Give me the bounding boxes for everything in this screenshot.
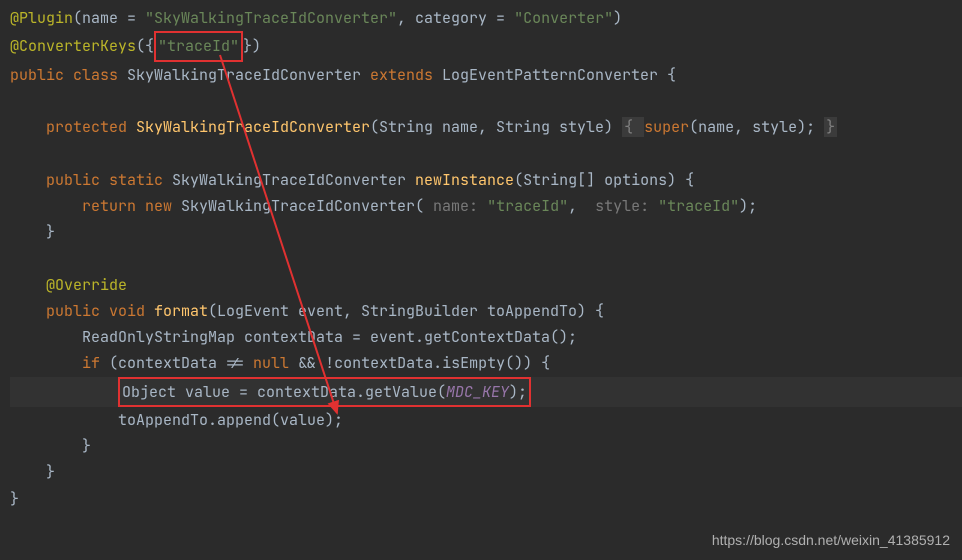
code-line-9: } [10, 219, 962, 245]
code-line-5: protected SkyWalkingTraceIdConverter(Str… [10, 114, 962, 140]
code-line-3: public class SkyWalkingTraceIdConverter … [10, 62, 962, 88]
param-hint: style: [595, 196, 658, 216]
annotation-converterkeys: @ConverterKeys [10, 36, 136, 56]
code-line-14: if (contextData != null && !contextData.… [10, 350, 962, 376]
code-line-blank [10, 140, 962, 166]
highlight-box-getvalue: Object value = contextData.getValue(MDC_… [118, 377, 531, 407]
code-line-13: ReadOnlyStringMap contextData = event.ge… [10, 324, 962, 350]
code-line-7: public static SkyWalkingTraceIdConverter… [10, 167, 962, 193]
code-line-1: @Plugin(name = "SkyWalkingTraceIdConvert… [10, 5, 962, 31]
code-line-18: } [10, 459, 962, 485]
string-literal: "SkyWalkingTraceIdConverter" [145, 8, 397, 28]
code-editor[interactable]: @Plugin(name = "SkyWalkingTraceIdConvert… [10, 5, 962, 512]
code-line-12: public void format(LogEvent event, Strin… [10, 298, 962, 324]
code-line-blank [10, 88, 962, 114]
param-hint: name: [433, 196, 487, 216]
string-literal: "Converter" [514, 8, 613, 28]
highlight-box-traceid: "traceId" [154, 31, 243, 61]
annotation-plugin: @Plugin [10, 8, 73, 28]
code-line-11: @Override [10, 272, 962, 298]
code-line-blank [10, 245, 962, 271]
code-line-2: @ConverterKeys({"traceId"}) [10, 31, 962, 61]
code-line-16: toAppendTo.append(value); [10, 407, 962, 433]
code-line-17: } [10, 433, 962, 459]
code-line-19: } [10, 486, 962, 512]
code-line-15-highlighted: Object value = contextData.getValue(MDC_… [10, 377, 962, 407]
constant-mdc-key: MDC_KEY [446, 382, 509, 402]
watermark: https://blog.csdn.net/weixin_41385912 [712, 528, 950, 553]
annotation-override: @Override [46, 275, 127, 295]
code-line-8: return new SkyWalkingTraceIdConverter( n… [10, 193, 962, 219]
